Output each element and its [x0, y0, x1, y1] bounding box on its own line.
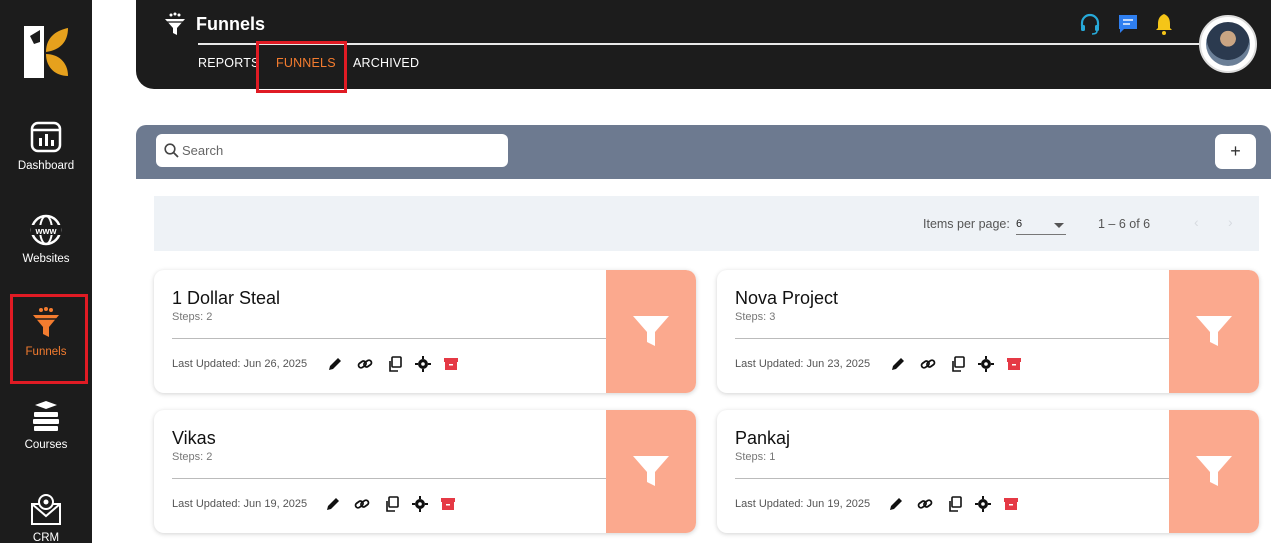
- sidebar-item-crm[interactable]: CRM: [0, 492, 92, 543]
- archive-icon[interactable]: [1003, 496, 1019, 512]
- edit-icon[interactable]: [888, 496, 904, 512]
- funnel-icon: [633, 456, 669, 486]
- globe-www-icon: www: [30, 214, 62, 246]
- last-updated: Last Updated: Jun 26, 2025: [172, 358, 308, 370]
- chat-icon[interactable]: [1116, 12, 1140, 36]
- funnel-thumbnail: [606, 410, 696, 533]
- funnel-steps: Steps: 2: [172, 311, 213, 323]
- funnel-icon: [165, 12, 185, 35]
- archive-icon[interactable]: [443, 356, 459, 372]
- search-toolbar: +: [136, 125, 1271, 179]
- gear-icon[interactable]: [978, 356, 994, 372]
- avatar-photo: [1206, 22, 1250, 66]
- header-divider: [198, 43, 1208, 45]
- crm-mail-icon: [31, 494, 61, 525]
- archive-icon[interactable]: [440, 496, 456, 512]
- link-icon[interactable]: [354, 496, 370, 512]
- copy-icon[interactable]: [387, 356, 403, 372]
- search-icon: [164, 143, 179, 158]
- funnel-steps: Steps: 2: [172, 451, 213, 463]
- card-divider: [172, 338, 606, 339]
- funnel-name[interactable]: Nova Project: [735, 288, 838, 309]
- funnel-card[interactable]: 1 Dollar Steal Steps: 2 Last Updated: Ju…: [154, 270, 696, 393]
- sidebar-item-label: Courses: [24, 439, 68, 451]
- paginator: Items per page: 6 1 – 6 of 6 ‹ ›: [154, 196, 1259, 251]
- link-icon[interactable]: [917, 496, 933, 512]
- avatar[interactable]: [1199, 15, 1257, 73]
- sidebar-item-label: CRM: [32, 532, 60, 543]
- tab-archived[interactable]: ARCHIVED: [353, 56, 419, 70]
- funnel-steps: Steps: 1: [735, 451, 776, 463]
- dashboard-icon: [30, 121, 62, 153]
- page-range-label: 1 – 6 of 6: [1098, 217, 1151, 231]
- last-updated: Last Updated: Jun 23, 2025: [735, 358, 871, 370]
- last-updated: Last Updated: Jun 19, 2025: [172, 498, 308, 510]
- card-divider: [735, 338, 1169, 339]
- edit-icon[interactable]: [325, 496, 341, 512]
- edit-icon[interactable]: [327, 356, 343, 372]
- copy-icon[interactable]: [950, 356, 966, 372]
- chevron-down-icon: [1054, 223, 1064, 228]
- gear-icon[interactable]: [412, 496, 428, 512]
- card-divider: [735, 478, 1169, 479]
- funnel-icon: [633, 316, 669, 346]
- svg-text:www: www: [34, 226, 57, 236]
- books-icon: [33, 401, 59, 431]
- previous-page-icon[interactable]: ‹: [1194, 214, 1199, 230]
- card-divider: [172, 478, 606, 479]
- funnels-tab-highlight-box: [256, 41, 347, 93]
- items-per-page-select[interactable]: 6: [1016, 215, 1066, 235]
- headset-icon[interactable]: [1078, 12, 1102, 36]
- funnel-name[interactable]: 1 Dollar Steal: [172, 288, 280, 309]
- funnel-card[interactable]: Pankaj Steps: 1 Last Updated: Jun 19, 20…: [717, 410, 1259, 533]
- funnel-thumbnail: [606, 270, 696, 393]
- tab-reports[interactable]: REPORTS: [198, 56, 260, 70]
- funnel-card[interactable]: Vikas Steps: 2 Last Updated: Jun 19, 202…: [154, 410, 696, 533]
- funnel-thumbnail: [1169, 270, 1259, 393]
- gear-icon[interactable]: [975, 496, 991, 512]
- funnels-highlight-box: [10, 294, 88, 384]
- items-per-page-label: Items per page:: [923, 217, 1010, 231]
- sidebar-item-dashboard[interactable]: Dashboard: [0, 120, 92, 172]
- sidebar-item-websites[interactable]: www Websites: [0, 213, 92, 265]
- copy-icon[interactable]: [947, 496, 963, 512]
- funnel-name[interactable]: Vikas: [172, 428, 216, 449]
- sidebar-item-label: Dashboard: [17, 160, 75, 172]
- top-header: Funnels REPORTS FUNNELS ARCHIVED: [136, 0, 1271, 93]
- page-title: Funnels: [196, 14, 266, 34]
- items-per-page-value: 6: [1016, 218, 1023, 230]
- funnel-card[interactable]: Nova Project Steps: 3 Last Updated: Jun …: [717, 270, 1259, 393]
- copy-icon[interactable]: [384, 496, 400, 512]
- next-page-icon[interactable]: ›: [1228, 214, 1233, 230]
- bell-icon[interactable]: [1152, 12, 1176, 36]
- sidebar-item-label: Websites: [22, 253, 70, 265]
- sidebar-item-courses[interactable]: Courses: [0, 399, 92, 451]
- funnel-name[interactable]: Pankaj: [735, 428, 790, 449]
- edit-icon[interactable]: [890, 356, 906, 372]
- last-updated: Last Updated: Jun 19, 2025: [735, 498, 871, 510]
- link-icon[interactable]: [920, 356, 936, 372]
- funnel-icon: [1196, 316, 1232, 346]
- gear-icon[interactable]: [415, 356, 431, 372]
- add-funnel-button[interactable]: +: [1215, 134, 1256, 169]
- archive-icon[interactable]: [1006, 356, 1022, 372]
- brand-logo[interactable]: [24, 26, 70, 78]
- sidebar: Dashboard www Websites Funnels Courses C…: [0, 0, 92, 543]
- funnel-thumbnail: [1169, 410, 1259, 533]
- search-input[interactable]: [182, 134, 502, 167]
- search-box[interactable]: [156, 134, 508, 167]
- link-icon[interactable]: [357, 356, 373, 372]
- funnel-icon: [1196, 456, 1232, 486]
- funnel-steps: Steps: 3: [735, 311, 776, 323]
